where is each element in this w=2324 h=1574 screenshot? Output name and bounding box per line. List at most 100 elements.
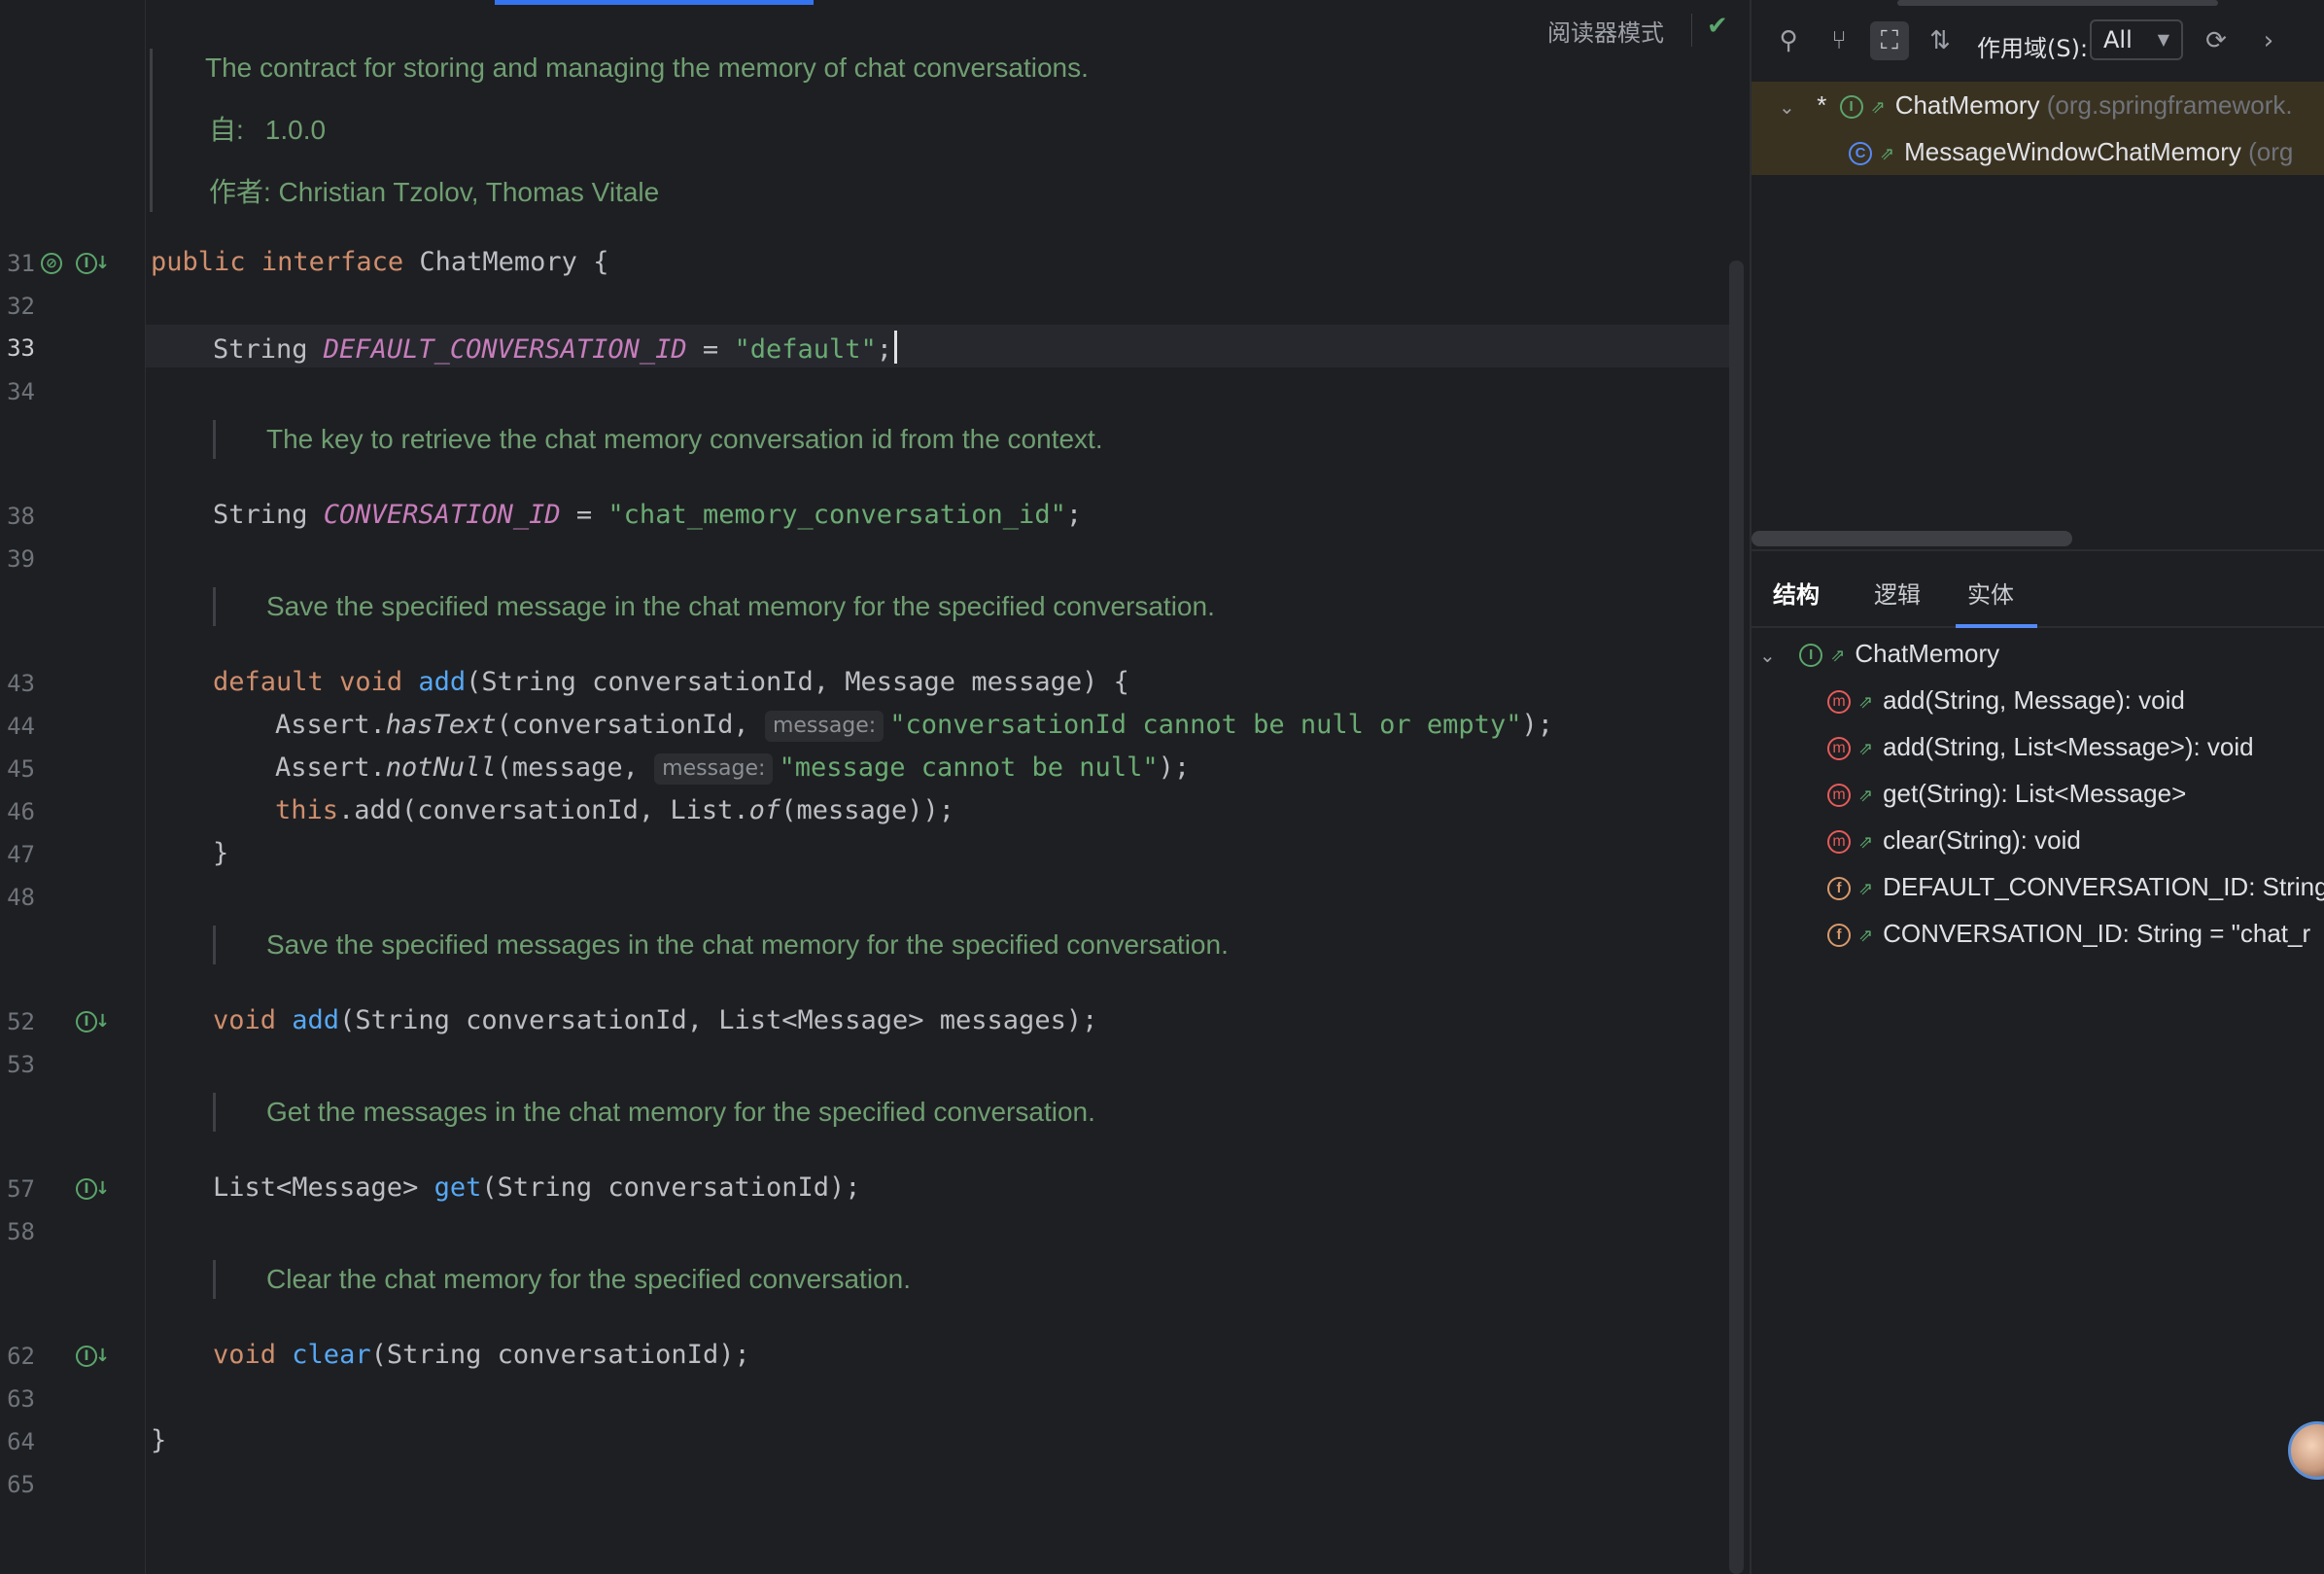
javadoc-add-single: Save the specified message in the chat m… [213,587,1215,626]
reader-mode-button[interactable]: 阅读器模式 [1547,14,1664,48]
public-access-icon: ⇗ [1858,832,1874,853]
refresh-icon[interactable]: ⟳ [2197,21,2236,60]
tab-entity[interactable]: 实体 [1967,574,2014,616]
type-hierarchy-icon[interactable]: ⛶ [1870,21,1909,60]
hierarchy-toolbar: ⚲ ⑂ ⛶ ⇅ 作用域(S): All ▼ ⟳ › [1752,14,2324,66]
code-line-31[interactable]: public interface ChatMemory { [151,245,608,280]
javadoc-add-list: Save the specified messages in the chat … [213,926,1229,964]
hierarchy-child-item[interactable]: C ⇗ MessageWindowChatMemory (org [1849,128,2293,175]
line-number: 33 [7,334,35,362]
implemented-by-icon[interactable]: I ↓ [76,1174,110,1204]
code-line-62[interactable]: void clear(String conversationId); [213,1338,750,1373]
editor-scrollbar[interactable] [1729,261,1744,1574]
implemented-by-icon[interactable]: I ↓ [76,249,110,278]
implemented-by-icon[interactable]: I ↓ [76,1007,110,1036]
public-access-icon: ⇗ [1858,926,1874,946]
line-number: 47 [7,841,35,868]
code-line-33[interactable]: String DEFAULT_CONVERSATION_ID = "defaul… [213,331,898,367]
doc-author: 作者: Christian Tzolov, Thomas Vitale [209,177,660,207]
hierarchy-child-name: MessageWindowChatMemory [1904,137,2241,166]
code-line-47[interactable]: } [213,836,228,871]
structure-root-item[interactable]: ⌄ I ⇗ ChatMemory [1759,630,1999,677]
line-number: 31 [7,250,35,277]
structure-member-item[interactable]: m ⇗ clear(String): void [1827,817,2081,863]
tab-structure[interactable]: 结构 [1773,574,1820,616]
structure-member-item[interactable]: m ⇗ get(String): List<Message> [1827,770,2186,817]
hierarchy-root-item[interactable]: ⌄ * I ⇗ ChatMemory (org.springframework. [1779,82,2293,128]
class-icon: C [1849,142,1872,166]
hierarchy-root-package: (org.springframework. [2046,90,2293,120]
line-number: 38 [7,503,35,530]
structure-member-item[interactable]: m ⇗ add(String, List<Message>): void [1827,723,2254,770]
line-number: 53 [7,1051,35,1078]
public-access-icon: ⇗ [1880,144,1895,164]
structure-member-item[interactable]: f ⇗ CONVERSATION_ID: String = "chat_r [1827,910,2310,957]
hierarchy-root-name: ChatMemory [1894,90,2040,120]
doc-since: 自: 1.0.0 [178,111,1089,150]
code-line-46[interactable]: this.add(conversationId, List.of(message… [275,793,954,828]
line-number: 46 [7,798,35,825]
structure-member-item[interactable]: f ⇗ DEFAULT_CONVERSATION_ID: String [1827,863,2324,910]
javadoc-clear: Clear the chat memory for the specified … [213,1260,911,1299]
code-line-57[interactable]: List<Message> get(String conversationId)… [213,1171,861,1206]
line-number: 34 [7,378,35,405]
line-number: 57 [7,1175,35,1203]
code-editor[interactable]: 31 32 33 34 38 39 43 44 45 46 47 48 52 5… [0,0,1748,1574]
supertypes-hierarchy-icon[interactable]: ⚲ [1769,21,1808,60]
structure-root-name: ChatMemory [1855,639,2000,668]
chevron-down-icon[interactable]: ⌄ [1759,633,1785,680]
tab-underline [1956,624,2037,628]
hierarchy-scrollbar-top[interactable] [1897,0,2218,6]
line-number: 45 [7,755,35,783]
structure-member-item[interactable]: m ⇗ add(String, Message): void [1827,677,2185,723]
scope-dropdown[interactable]: All ▼ [2090,19,2183,60]
hierarchy-horizontal-scrollbar[interactable] [1752,531,2072,546]
javadoc-interface: The contract for storing and managing th… [150,49,1089,212]
code-line-38[interactable]: String CONVERSATION_ID = "chat_memory_co… [213,498,1082,533]
implemented-by-icon[interactable]: I ↓ [76,1342,110,1371]
code-line-64[interactable]: } [151,1423,166,1458]
parameter-hint: message: [654,753,774,785]
sort-alphabetically-icon[interactable]: ⇅ [1921,21,1960,60]
public-access-icon: ⇗ [1858,879,1874,899]
hierarchy-child-package: (org [2248,137,2294,166]
chevron-down-icon[interactable]: ⌄ [1779,85,1804,131]
scope-label: 作用域(S): [1977,35,2089,62]
scope-value: All [2103,26,2133,53]
code-line-52[interactable]: void add(String conversationId, List<Mes… [213,1003,1097,1038]
panel-divider[interactable] [1752,549,2324,551]
since-value: 1.0.0 [264,115,327,145]
line-number: 39 [7,545,35,573]
line-number: 65 [7,1471,35,1498]
method-icon: m [1827,830,1851,855]
checkmark-icon[interactable]: ✔ [1707,12,1728,41]
structure-tabs: 结构 逻辑 实体 [1752,566,2324,628]
root-marker: * [1817,90,1827,120]
line-number: 52 [7,1008,35,1035]
chevron-down-icon: ▼ [2157,30,2169,49]
text-caret [894,331,898,364]
line-number: 44 [7,713,35,740]
tab-logic[interactable]: 逻辑 [1874,574,1921,616]
parameter-hint: message: [764,711,885,742]
line-number: 63 [7,1385,35,1413]
line-number: 43 [7,670,35,697]
code-line-44[interactable]: Assert.hasText(conversationId, message: "… [275,708,1553,743]
active-tab-indicator [495,0,814,5]
public-access-icon: ⇗ [1830,646,1846,666]
javadoc-conversation-id: The key to retrieve the chat memory conv… [213,420,1103,459]
doc-description: The contract for storing and managing th… [205,52,1089,83]
no-implementations-icon[interactable]: ⊘ [41,249,62,278]
public-access-icon: ⇗ [1858,739,1874,759]
code-line-43[interactable]: default void add(String conversationId, … [213,665,1129,700]
public-access-icon: ⇗ [1858,692,1874,713]
interface-icon: I [1839,95,1863,120]
subtypes-hierarchy-icon[interactable]: ⑂ [1820,21,1858,60]
method-icon: m [1827,690,1851,715]
line-number: 62 [7,1343,35,1370]
line-number: 48 [7,884,35,911]
public-access-icon: ⇗ [1870,97,1886,118]
code-line-45[interactable]: Assert.notNull(message, message: "message… [275,751,1190,786]
chevron-right-icon[interactable]: › [2249,21,2288,60]
static-final-field-icon: f [1827,877,1851,901]
